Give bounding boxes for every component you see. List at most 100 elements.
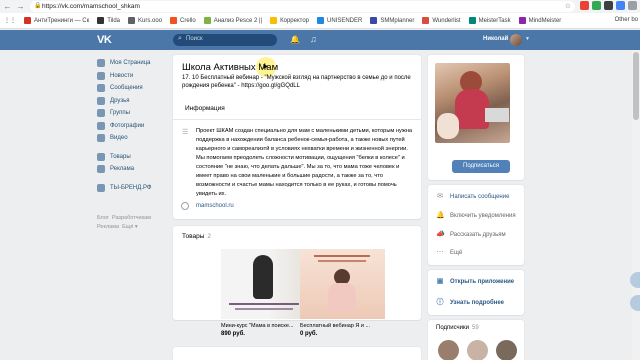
app-link-label: Узнать подробнее <box>450 300 505 306</box>
bookmark-item[interactable]: MeisterTask <box>468 17 511 24</box>
menu-icon[interactable] <box>628 1 637 10</box>
sidebar-item-label: Видео <box>110 135 128 142</box>
back-icon[interactable]: ← <box>2 1 13 12</box>
avatar[interactable] <box>510 34 522 46</box>
bookmark-item[interactable]: SMMplanner <box>370 17 414 24</box>
extension-icon[interactable] <box>592 1 601 10</box>
user-name[interactable]: Николай <box>483 36 508 42</box>
bookmark-favicon-icon <box>128 17 136 24</box>
url-text: https://vk.com/mamschool_shkam <box>42 3 140 10</box>
action-item[interactable]: ✉ Написать сообщение <box>436 193 509 201</box>
bookmark-item[interactable]: UNISENDER <box>317 17 362 24</box>
sidebar-item[interactable]: Видео <box>97 132 172 145</box>
bookmark-item[interactable]: Tilda <box>97 17 120 24</box>
scrollbar-thumb[interactable] <box>633 52 639 120</box>
sidebar-item[interactable]: Новости <box>97 70 172 83</box>
footer-link-ads[interactable]: Реклама <box>97 224 119 230</box>
action-item[interactable]: 🔔 Включить уведомления <box>436 212 516 220</box>
bookmark-favicon-icon <box>203 17 211 24</box>
sidebar-item[interactable]: ТЫ-БРЕНД.РФ <box>97 182 172 195</box>
bookmark-item[interactable]: MindMeister <box>518 17 562 24</box>
search-input[interactable]: ⌕ Поиск <box>173 34 277 46</box>
video-icon <box>97 134 105 143</box>
address-bar[interactable]: 🔒 https://vk.com/mamschool_shkam ☆ <box>30 1 575 12</box>
messages-icon <box>97 84 105 93</box>
globe-icon <box>181 202 189 210</box>
floating-chat-icon[interactable] <box>630 272 640 288</box>
product-name[interactable]: Мини-курс "Мама в поиске... <box>221 323 294 329</box>
apps-grid-icon[interactable]: ⋮⋮ <box>4 17 16 24</box>
chevron-down-icon[interactable]: ▼ <box>525 36 530 42</box>
lock-icon: 🔒 <box>34 3 42 9</box>
product-price: 890 руб. <box>221 331 245 337</box>
product-image[interactable] <box>300 249 385 319</box>
extension-icon[interactable] <box>580 1 589 10</box>
action-item[interactable]: ⋯ Ещё <box>436 249 463 257</box>
sidebar-item[interactable]: Товары <box>97 151 172 164</box>
ads-icon <box>97 165 105 174</box>
bookmark-item[interactable]: Kurs.ооо <box>128 17 162 24</box>
app-link-label: Открыть приложение <box>450 279 515 285</box>
subscribe-button[interactable]: Подписаться <box>452 160 510 173</box>
footer-link-developers[interactable]: Разработчикам <box>112 215 151 221</box>
action-label: Рассказать друзьям <box>450 232 506 238</box>
extension-icon[interactable] <box>604 1 613 10</box>
notifications-bell-icon[interactable]: 🔔 <box>290 35 300 44</box>
vk-logo[interactable]: VK <box>97 34 112 46</box>
subscriber-avatar[interactable] <box>467 340 488 360</box>
bookmark-item[interactable]: Корректор <box>270 17 309 24</box>
app-link[interactable]: ⓘ Узнать подробнее <box>436 299 505 307</box>
info-icon: ⓘ <box>436 299 444 306</box>
star-icon[interactable]: ☆ <box>565 1 571 12</box>
sidebar-item-label: Моя Страница <box>110 60 151 67</box>
bookmark-item[interactable]: Анализ Pesce 2 || <box>203 17 262 24</box>
sidebar-item[interactable]: Друзья <box>97 95 172 108</box>
product-card[interactable] <box>300 249 385 319</box>
subscribers-count: 59 <box>472 325 479 331</box>
subscriber-avatar[interactable] <box>496 340 517 360</box>
app-icon <box>97 183 105 192</box>
forward-icon[interactable]: → <box>15 1 26 12</box>
goods-title[interactable]: Товары 2 <box>182 233 211 240</box>
footer-link-blog[interactable]: Блог <box>97 215 109 221</box>
action-item[interactable]: 📣 Рассказать друзьям <box>436 231 506 239</box>
bookmark-favicon-icon <box>422 17 430 24</box>
product-name[interactable]: Бесплатный вебинар Я и ... <box>300 323 370 329</box>
sidebar-item[interactable]: Реклама <box>97 163 172 176</box>
bookmark-favicon-icon <box>317 17 324 24</box>
vk-header: VK ⌕ Поиск 🔔 ♫ Николай ▼ <box>0 30 640 50</box>
subscriber-avatar[interactable] <box>438 340 459 360</box>
subscribers-title[interactable]: Подписчики 59 <box>436 325 479 331</box>
floating-chat-icon[interactable] <box>630 295 640 311</box>
product-image[interactable] <box>221 249 306 319</box>
sidebar-item[interactable]: Фотографии <box>97 120 172 133</box>
photos-icon <box>97 121 105 130</box>
bookmark-item[interactable]: Wunderlist <box>422 17 461 24</box>
apps-card <box>428 270 524 315</box>
friends-icon <box>97 96 105 105</box>
home-icon <box>97 59 105 68</box>
sidebar-item[interactable]: Сообщения <box>97 82 172 95</box>
music-icon[interactable]: ♫ <box>310 34 317 44</box>
bookmark-favicon-icon <box>370 17 378 24</box>
left-menu-footer: Блог Разработчикам Реклама Ещё ▾ <box>97 215 151 230</box>
site-link[interactable]: mamschool.ru <box>196 203 234 209</box>
goods-count: 2 <box>207 233 211 240</box>
sidebar-item[interactable]: Группы <box>97 107 172 120</box>
group-cover-image[interactable] <box>435 63 510 143</box>
tab-information[interactable]: Информация <box>173 98 421 120</box>
bookmark-item[interactable]: АнтиТренинги — Ск <box>24 17 89 24</box>
bookmark-label: Crello <box>180 17 196 24</box>
group-description: Проект ШКАМ создан специально для мам с … <box>196 128 413 197</box>
footer-link-more[interactable]: Ещё <box>122 224 133 230</box>
bookmark-item[interactable]: Crello <box>170 17 196 24</box>
bookmark-label: MindMeister <box>528 17 562 24</box>
other-bookmarks[interactable]: Other bo <box>615 17 638 23</box>
extension-icon[interactable] <box>616 1 625 10</box>
bookmark-favicon-icon <box>97 17 105 24</box>
goods-title-label: Товары <box>182 233 205 240</box>
product-card[interactable] <box>221 249 306 319</box>
app-link[interactable]: ▣ Открыть приложение <box>436 278 514 286</box>
bell-icon: 🔔 <box>436 212 445 219</box>
sidebar-item[interactable]: Моя Страница <box>97 57 172 70</box>
